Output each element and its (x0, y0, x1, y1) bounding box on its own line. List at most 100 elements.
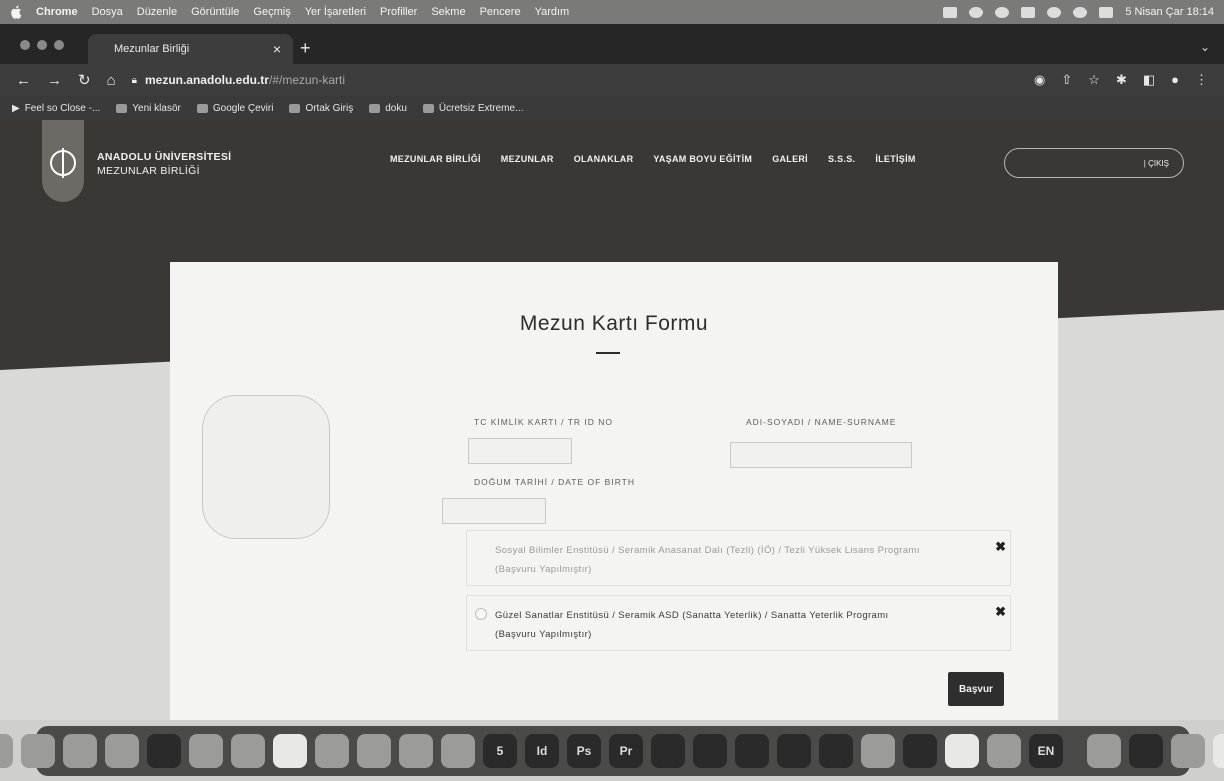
nav-iletisim[interactable]: İLETİŞİM (875, 154, 915, 164)
tc-input[interactable] (468, 438, 572, 464)
language-app-icon[interactable]: EN (1029, 734, 1063, 768)
nav-sss[interactable]: S.S.S. (828, 154, 855, 164)
mail-icon[interactable] (273, 734, 307, 768)
menu-history[interactable]: Geçmiş (253, 6, 290, 18)
tc-label: TC KİMLİK KARTI / TR ID NO (474, 417, 614, 427)
contacts-icon[interactable] (399, 734, 433, 768)
name-input[interactable] (730, 442, 912, 468)
app-status-icon[interactable] (943, 6, 958, 18)
share-icon[interactable]: ⇧ (1061, 72, 1072, 88)
wifi-icon[interactable] (1047, 6, 1062, 18)
extensions-icon[interactable]: ✱ (1116, 72, 1127, 88)
menu-view[interactable]: Görüntüle (191, 6, 239, 18)
chrome-icon[interactable] (147, 734, 181, 768)
music-app-icon[interactable] (315, 734, 349, 768)
site-brand[interactable]: ANADOLU ÜNİVERSİTESİ MEZUNLAR BİRLİĞİ (97, 150, 231, 178)
address-bar[interactable]: 🔒︎ mezun.anadolu.edu.tr/#/mezun-karti (132, 68, 1002, 92)
sidepanel-icon[interactable]: ◧ (1143, 72, 1155, 88)
photoshop-icon[interactable]: Ps (567, 734, 601, 768)
university-logo-icon[interactable] (50, 148, 76, 178)
control-center-icon[interactable] (1099, 6, 1114, 18)
back-icon[interactable]: ← (16, 72, 31, 89)
battery-icon[interactable] (1021, 6, 1036, 18)
app-icon[interactable] (861, 734, 895, 768)
zoom-window-button[interactable] (54, 40, 64, 50)
menu-edit[interactable]: Düzenle (137, 6, 177, 18)
home-icon[interactable]: ⌂ (107, 72, 116, 89)
launchpad-icon[interactable] (0, 734, 13, 768)
premiere-icon[interactable]: Pr (609, 734, 643, 768)
webpage: ANADOLU ÜNİVERSİTESİ MEZUNLAR BİRLİĞİ ME… (0, 120, 1224, 720)
bookmark-item[interactable]: Ortak Giriş (289, 103, 353, 114)
indesign-icon[interactable]: Id (525, 734, 559, 768)
close-window-button[interactable] (20, 40, 30, 50)
bookmark-item[interactable]: doku (369, 103, 407, 114)
itunes-icon[interactable] (987, 734, 1021, 768)
program-item[interactable]: Güzel Sanatlar Enstitüsü / Seramik ASD (… (466, 595, 1011, 651)
chevron-down-icon[interactable]: ⌄ (1200, 40, 1210, 54)
name-label: ADI-SOYADI / NAME-SURNAME (746, 417, 897, 427)
close-tab-icon[interactable]: × (273, 41, 281, 57)
cloud-icon[interactable] (969, 6, 984, 18)
more-menu-icon[interactable]: ⋮ (1195, 72, 1208, 88)
menubar-clock[interactable]: 5 Nisan Çar 18:14 (1125, 6, 1214, 18)
nav-galeri[interactable]: GALERİ (772, 154, 808, 164)
menu-bookmarks[interactable]: Yer İşaretleri (305, 6, 366, 18)
apply-button[interactable]: Başvur (948, 672, 1004, 706)
nav-olanaklar[interactable]: OLANAKLAR (574, 154, 634, 164)
lock-icon[interactable]: 🔒︎ (132, 75, 137, 86)
calendar-icon[interactable]: 5 (483, 734, 517, 768)
word-icon[interactable] (693, 734, 727, 768)
document-icon[interactable] (1213, 734, 1224, 768)
reload-icon[interactable]: ↻ (78, 71, 91, 89)
browser-tab[interactable]: Mezunlar Birliği × (88, 34, 293, 64)
minimize-window-button[interactable] (37, 40, 47, 50)
excel-icon[interactable] (735, 734, 769, 768)
program-item[interactable]: Sosyal Bilimler Enstitüsü / Seramik Anas… (466, 530, 1011, 586)
nav-mezunlar-birligi[interactable]: MEZUNLAR BİRLİĞİ (390, 154, 481, 164)
bookmark-item[interactable]: Ücretsiz Extreme... (422, 103, 523, 114)
notes-icon[interactable] (441, 734, 475, 768)
nav-mezunlar[interactable]: MEZUNLAR (501, 154, 554, 164)
apple-icon[interactable] (10, 5, 22, 19)
nav-yasam-boyu-egitim[interactable]: YAŞAM BOYU EĞİTİM (653, 154, 752, 164)
forward-icon[interactable]: → (47, 72, 62, 89)
search-icon[interactable] (1073, 6, 1088, 18)
compass-icon[interactable] (105, 734, 139, 768)
drive-icon[interactable] (1087, 734, 1121, 768)
menu-help[interactable]: Yardım (535, 6, 570, 18)
terminal-icon[interactable] (903, 734, 937, 768)
google-lens-icon[interactable]: ◉ (1034, 72, 1045, 88)
safari-icon[interactable] (21, 734, 55, 768)
screenshot-icon[interactable] (1171, 734, 1205, 768)
bookmark-item[interactable]: Yeni klasör (116, 103, 181, 114)
app-store-icon[interactable] (63, 734, 97, 768)
bookmark-item[interactable]: Google Çeviri (196, 103, 273, 114)
menu-window[interactable]: Pencere (480, 6, 521, 18)
menu-file[interactable]: Dosya (92, 6, 123, 18)
dob-input[interactable] (442, 498, 546, 524)
bookmark-item[interactable]: ▶ Feel so Close -... (12, 103, 100, 114)
maps-icon[interactable] (357, 734, 391, 768)
menu-tab[interactable]: Sekme (431, 6, 465, 18)
logout-button[interactable]: | ÇIKIŞ (1004, 148, 1184, 178)
sync-icon[interactable] (995, 6, 1010, 18)
menu-chrome[interactable]: Chrome (36, 6, 78, 18)
cloud-app-icon[interactable] (1129, 734, 1163, 768)
photo-upload-box[interactable] (202, 395, 330, 539)
star-icon[interactable]: ☆ (1088, 72, 1100, 88)
new-tab-icon[interactable]: + (300, 38, 311, 59)
preview-icon[interactable] (945, 734, 979, 768)
outlook-icon[interactable] (777, 734, 811, 768)
remove-icon[interactable]: ✖ (995, 539, 1006, 555)
menu-profiles[interactable]: Profiller (380, 6, 417, 18)
messages-icon[interactable] (231, 734, 265, 768)
photos-icon[interactable] (189, 734, 223, 768)
site-nav: MEZUNLAR BİRLİĞİ MEZUNLAR OLANAKLAR YAŞA… (390, 154, 916, 164)
program-radio[interactable] (475, 608, 487, 620)
acrobat-icon[interactable] (651, 734, 685, 768)
profile-icon[interactable]: ● (1171, 72, 1179, 88)
menubar-status-area: 5 Nisan Çar 18:14 (943, 6, 1214, 18)
remove-icon[interactable]: ✖ (995, 604, 1006, 620)
teams-icon[interactable] (819, 734, 853, 768)
